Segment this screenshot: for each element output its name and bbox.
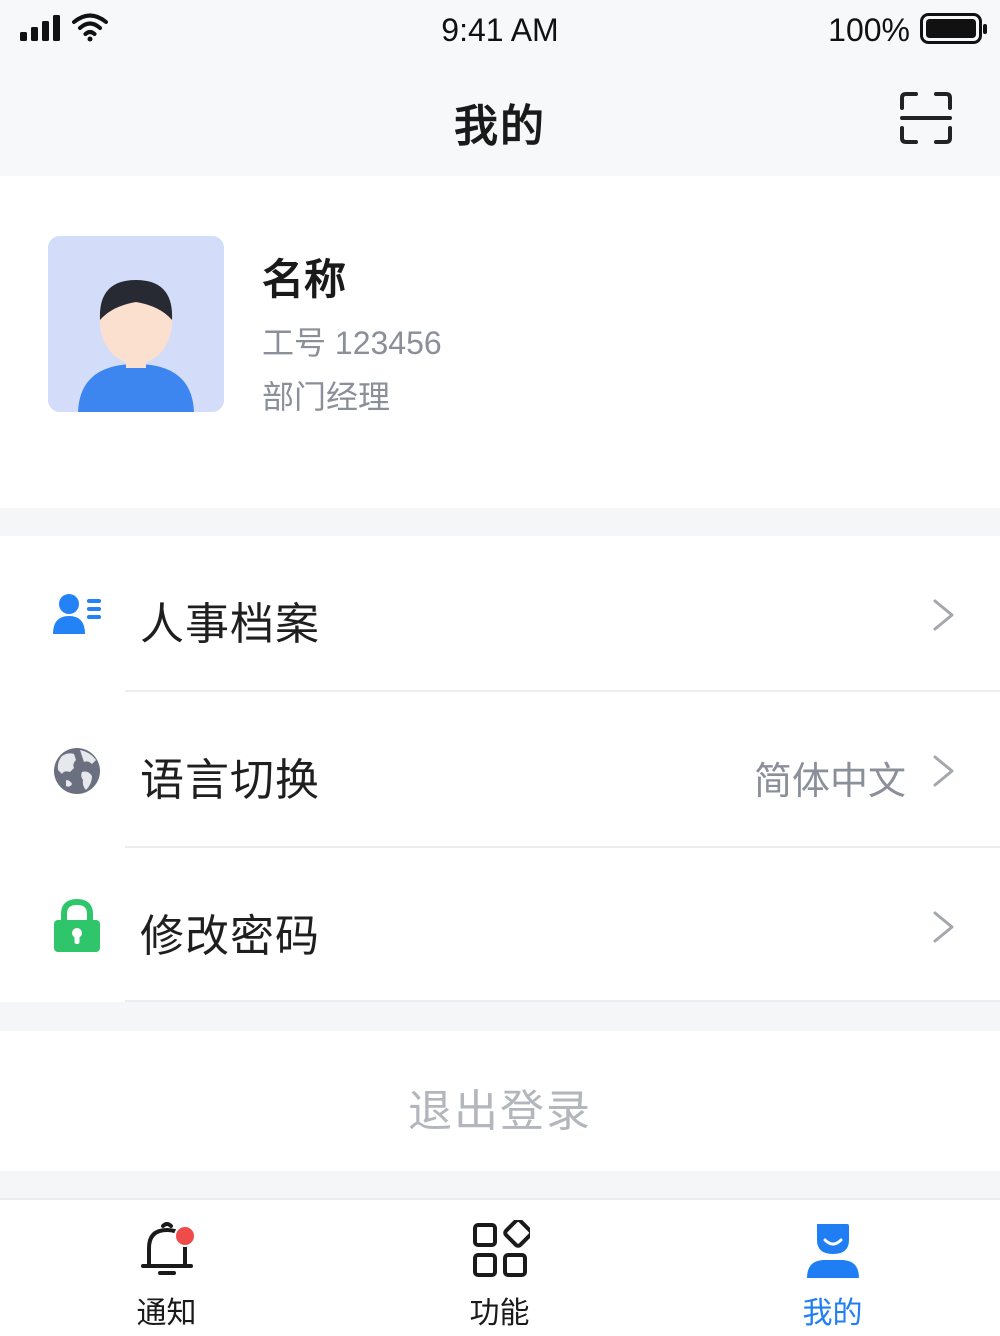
current-language: 简体中文 <box>753 759 906 803</box>
employee-id: 工号 123456 <box>262 325 442 361</box>
logout-button[interactable]: 退出登录 <box>0 1031 1000 1171</box>
status-bar: 9:41 AM 100% <box>0 0 1000 60</box>
profile-name: 名称 <box>262 255 347 304</box>
avatar-person-icon <box>48 236 224 412</box>
avatar <box>48 236 224 412</box>
page-title: 我的 <box>454 101 546 152</box>
logout-label: 退出登录 <box>408 1086 592 1137</box>
menu-item-label: 修改密码 <box>140 911 320 962</box>
tab-notifications[interactable]: 通知 <box>0 1200 333 1336</box>
menu-item-label: 人事档案 <box>140 599 320 650</box>
scan-icon[interactable] <box>898 90 954 146</box>
tab-functions[interactable]: 功能 <box>333 1200 666 1336</box>
battery-percent: 100% <box>828 12 910 48</box>
profile-card[interactable]: 名称 工号 123456 部门经理 <box>0 176 1000 508</box>
globe-icon <box>54 748 100 794</box>
lock-icon <box>54 898 100 952</box>
bottom-tab-bar: 通知 功能 我的 <box>0 1198 1000 1336</box>
menu-item-personnel-file[interactable]: 人事档案 <box>0 536 1000 691</box>
tab-label: 通知 <box>136 1296 197 1331</box>
chevron-right-icon <box>933 599 954 631</box>
chevron-right-icon <box>933 911 954 943</box>
tab-label: 我的 <box>802 1296 863 1331</box>
settings-menu: 人事档案 语言切换 简体中文 修改密码 <box>0 536 1000 1002</box>
chevron-right-icon <box>933 755 954 787</box>
grid-icon <box>472 1220 530 1277</box>
menu-item-language[interactable]: 语言切换 简体中文 <box>0 692 1000 847</box>
notification-badge <box>173 1225 196 1247</box>
bell-icon <box>140 1222 196 1275</box>
battery-icon <box>920 13 987 44</box>
tab-label: 功能 <box>469 1296 530 1331</box>
menu-item-change-password[interactable]: 修改密码 <box>0 848 1000 1003</box>
nav-header: 我的 <box>0 60 1000 176</box>
menu-divider <box>125 1000 1000 1002</box>
user-icon <box>806 1224 859 1278</box>
personnel-file-icon <box>53 594 101 634</box>
menu-item-label: 语言切换 <box>140 755 320 806</box>
tab-mine[interactable]: 我的 <box>666 1200 999 1336</box>
employee-position: 部门经理 <box>262 378 391 416</box>
